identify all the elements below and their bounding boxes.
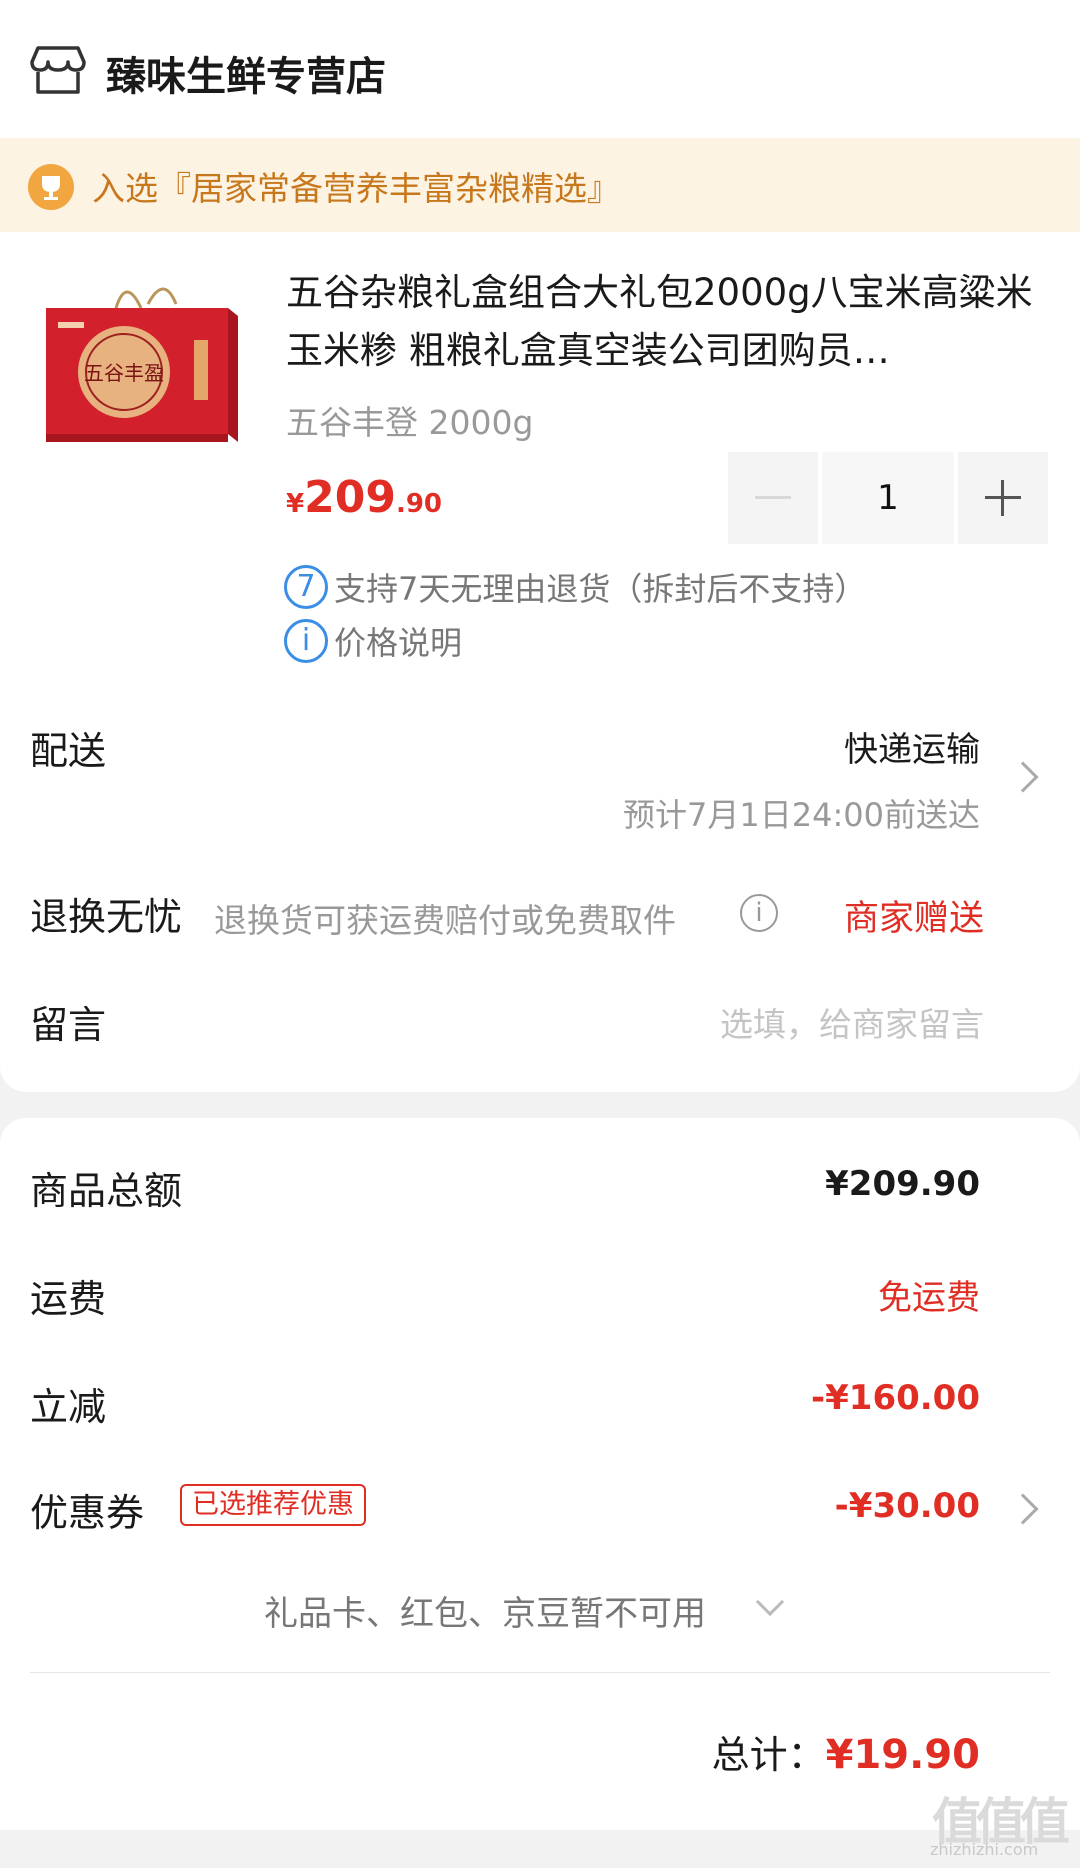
delivery-eta: 预计7月1日24:00前送达 [623, 796, 980, 834]
order-card: 臻味生鲜专营店 入选『居家常备营养丰富杂粮精选』 五谷丰盈 五谷杂粮礼盒组合大礼… [0, 0, 1080, 1092]
message-input[interactable]: 选填，给商家留言 [720, 998, 984, 1046]
delivery-label: 配送 [30, 729, 107, 773]
order-total: 总计：¥19.90 [712, 1724, 980, 1779]
total-label: 总计： [711, 1733, 826, 1777]
price-decimal: .90 [395, 489, 443, 519]
instant-discount-label: 立减 [30, 1385, 107, 1429]
product-image-text: 五谷丰盈 [84, 361, 164, 385]
trophy-icon [28, 164, 74, 210]
coupon-badge: 已选推荐优惠 [180, 1484, 366, 1526]
seven-day-icon: 7 [284, 565, 328, 609]
price-currency: ¥ [286, 489, 305, 519]
price-integer: 209 [304, 472, 396, 523]
price-explanation[interactable]: i 价格说明 [284, 618, 462, 664]
goods-total-label: 商品总额 [30, 1169, 183, 1213]
product-price: ¥209.90 [286, 472, 442, 523]
quantity-input[interactable]: 1 [822, 452, 954, 544]
quantity-stepper: 1 [728, 452, 1048, 544]
store-name[interactable]: 臻味生鲜专营店 [106, 44, 386, 102]
return-worry-free-value: 商家赠送 [843, 899, 984, 939]
coupon-label: 优惠券 [30, 1491, 145, 1535]
decrease-button[interactable] [728, 452, 818, 544]
price-explanation-text[interactable]: 价格说明 [334, 624, 462, 662]
chevron-right-icon[interactable] [1007, 761, 1039, 793]
message-label: 留言 [30, 1003, 107, 1047]
banner-text: 入选『居家常备营养丰富杂粮精选』 [92, 169, 620, 208]
watermark: 值值值 zhizhizhi.com [930, 1782, 1070, 1862]
return-policy: 7 支持7天无理由退货（拆封后不支持） [284, 564, 866, 610]
instant-discount-value: -¥160.00 [811, 1378, 980, 1418]
goods-total-value: ¥209.90 [825, 1164, 980, 1204]
delivery-method[interactable]: 快递运输 [844, 722, 980, 771]
info-icon: i [284, 619, 328, 663]
return-worry-free-desc: 退换货可获运费赔付或免费取件 [214, 901, 676, 940]
shipping-label: 运费 [30, 1277, 107, 1321]
selection-banner[interactable]: 入选『居家常备营养丰富杂粮精选』 [0, 138, 1080, 232]
store-header[interactable]: 臻味生鲜专营店 [0, 0, 1080, 136]
info-icon[interactable]: i [740, 894, 778, 932]
watermark-text: zhizhizhi.com [930, 1840, 1039, 1859]
product-title[interactable]: 五谷杂粮礼盒组合大礼包2000g八宝米高粱米玉米糁 粗粮礼盒真空装公司团购员… [286, 264, 1046, 380]
return-policy-text: 支持7天无理由退货（拆封后不支持） [334, 570, 867, 608]
total-value: ¥19.90 [825, 1732, 980, 1778]
product-spec[interactable]: 五谷丰登 2000g [286, 396, 533, 444]
divider [30, 1672, 1050, 1673]
product-image[interactable]: 五谷丰盈 [36, 268, 248, 480]
return-worry-free-label: 退换无忧 [30, 895, 183, 939]
increase-button[interactable] [958, 452, 1048, 544]
shipping-value: 免运费 [878, 1278, 980, 1318]
coupon-value[interactable]: -¥30.00 [835, 1486, 980, 1526]
unavailable-note[interactable]: 礼品卡、红包、京豆暂不可用 [264, 1586, 706, 1635]
store-icon [30, 46, 86, 94]
